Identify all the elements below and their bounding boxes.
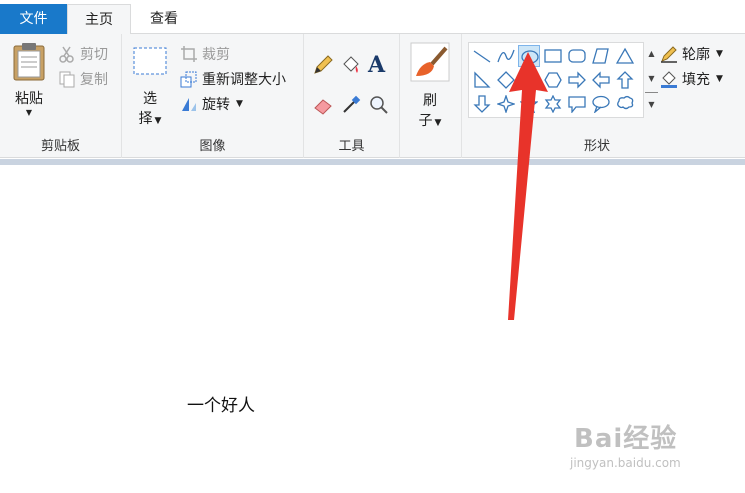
baidu-watermark: Bai经验 jingyan.baidu.com	[566, 418, 716, 478]
watermark-brand: Bai经验	[574, 424, 678, 454]
watermark-url: jingyan.baidu.com	[570, 456, 681, 470]
